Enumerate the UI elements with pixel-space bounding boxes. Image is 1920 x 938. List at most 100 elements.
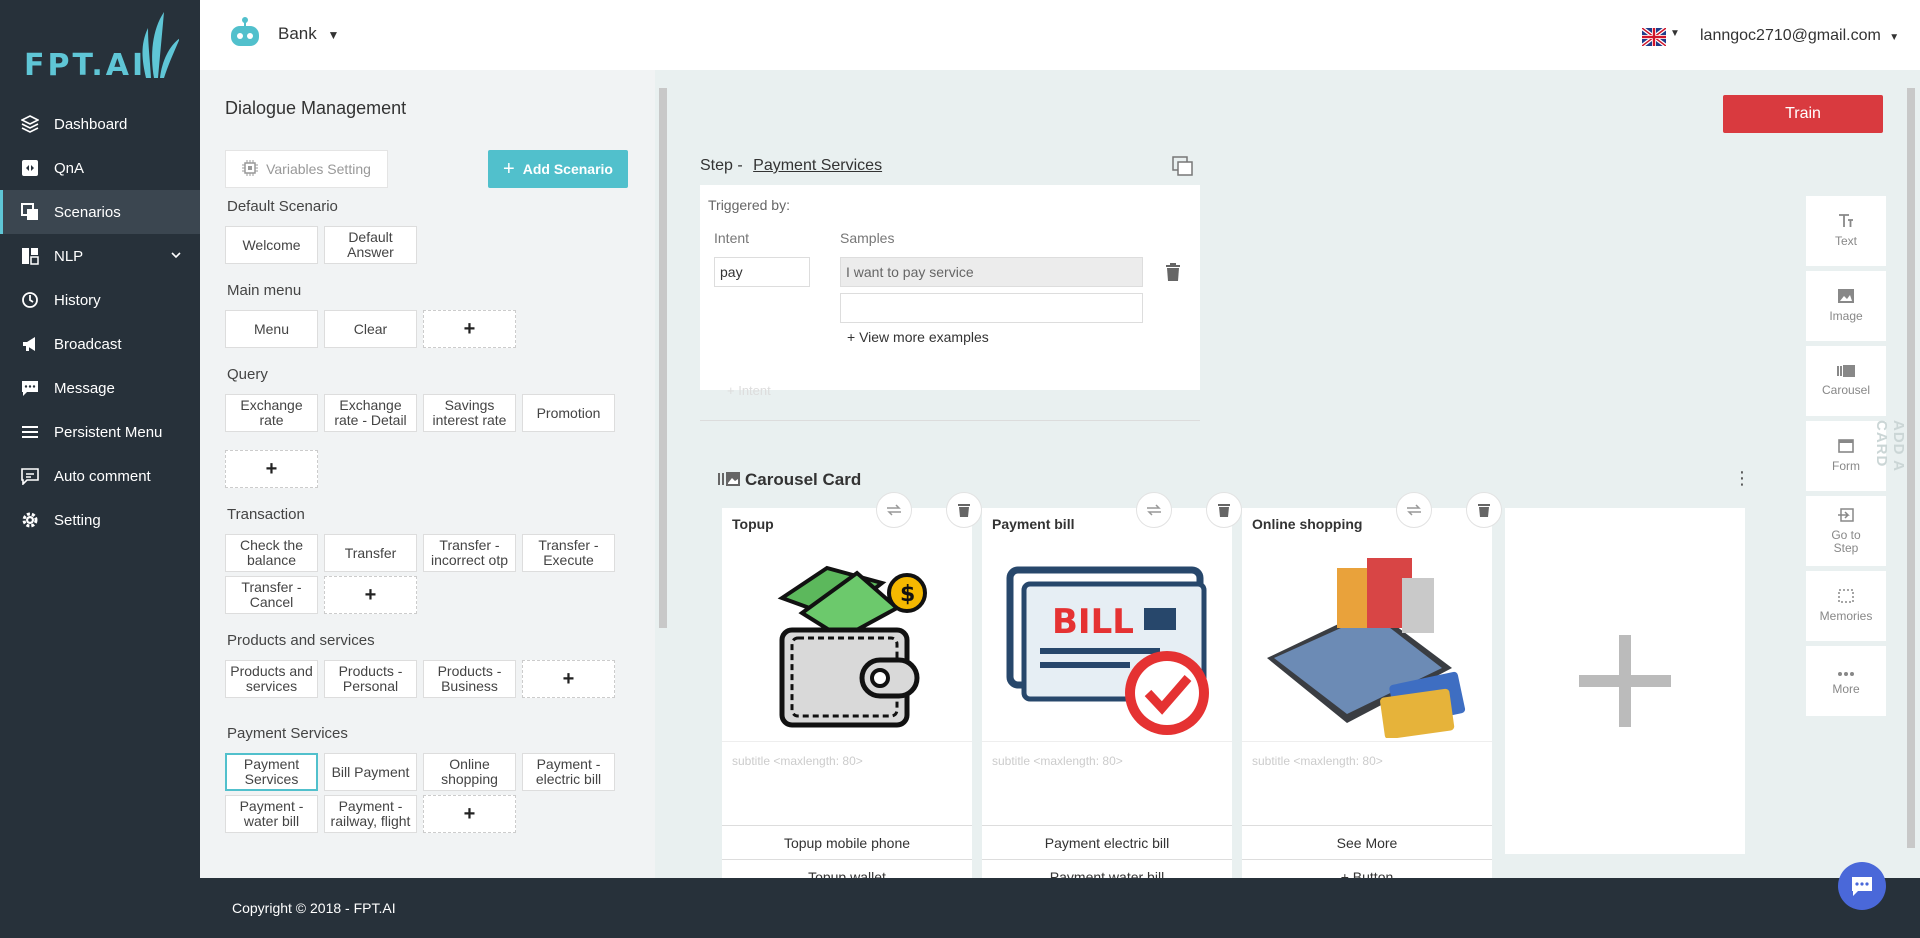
tool-label: Memories <box>1819 609 1873 623</box>
chevron-down-icon: ▼ <box>1889 32 1900 43</box>
chat-bubble-icon <box>1852 877 1872 896</box>
intent-input[interactable]: pay <box>714 257 810 287</box>
uk-flag-icon[interactable] <box>1640 26 1668 48</box>
scrollbar-thumb[interactable] <box>1907 88 1915 848</box>
add-scenario-plus-button[interactable]: + <box>522 660 615 698</box>
add-scenario-plus-button[interactable]: + <box>324 576 417 614</box>
wallet-money-icon: $ <box>777 565 927 728</box>
subtitle-input[interactable]: subtitle <maxlength: 80> <box>982 741 1232 825</box>
sidebar-item-dashboard[interactable]: Dashboard <box>0 102 200 146</box>
scenario-chip[interactable]: Check the balance <box>225 534 318 572</box>
sidebar-item-history[interactable]: History <box>0 278 200 322</box>
swap-icon[interactable] <box>876 492 912 528</box>
scenario-chip[interactable]: Exchange rate - Detail <box>324 394 417 432</box>
more-vert-icon[interactable]: ⋮ <box>1733 468 1751 489</box>
section-title: Main menu <box>227 282 302 299</box>
add-text-card-button[interactable]: Text <box>1806 196 1886 266</box>
scenario-chip[interactable]: Products and services <box>225 660 318 698</box>
add-scenario-plus-button[interactable]: + <box>423 310 516 348</box>
scenario-chip[interactable]: Transfer - Execute <box>522 534 615 572</box>
sidebar-item-persistent-menu[interactable]: Persistent Menu <box>0 410 200 454</box>
add-memories-card-button[interactable]: Memories <box>1806 571 1886 641</box>
trash-icon[interactable] <box>1466 492 1502 528</box>
scenario-chip[interactable]: Transfer <box>324 534 417 572</box>
sidebar-item-setting[interactable]: Setting <box>0 498 200 542</box>
subtitle-input[interactable]: subtitle <maxlength: 80> <box>1242 741 1492 825</box>
scenario-chip[interactable]: Exchange rate <box>225 394 318 432</box>
scenario-chip[interactable]: Transfer - incorrect otp <box>423 534 516 572</box>
new-sample-input[interactable] <box>840 293 1143 323</box>
step-header: Step - Payment Services <box>700 157 882 175</box>
chevron-down-icon: ▼ <box>327 28 340 42</box>
chevron-down-icon[interactable] <box>170 248 182 265</box>
scenario-chip[interactable]: Payment - electric bill <box>522 753 615 791</box>
sidebar-item-qna[interactable]: QnA <box>0 146 200 190</box>
scenario-chip[interactable]: Products - Business <box>423 660 516 698</box>
add-scenario-label: Add Scenario <box>522 161 613 177</box>
add-goto-step-card-button[interactable]: Go to Step <box>1806 496 1886 566</box>
card-title[interactable]: Payment bill <box>992 516 1074 532</box>
add-scenario-plus-button[interactable]: + <box>423 795 516 833</box>
view-more-examples-link[interactable]: + View more examples <box>847 329 989 345</box>
scenario-chip[interactable]: Promotion <box>522 394 615 432</box>
scenario-chip[interactable]: Online shopping <box>423 753 516 791</box>
scenario-chip[interactable]: Clear <box>324 310 417 348</box>
bill-image[interactable]: BILL <box>982 538 1232 738</box>
scenario-chip[interactable]: Bill Payment <box>324 753 417 791</box>
sample-input[interactable]: I want to pay service <box>840 257 1143 287</box>
scenario-chip[interactable]: Savings interest rate <box>423 394 516 432</box>
sidebar-item-auto-comment[interactable]: Auto comment <box>0 454 200 498</box>
carousel-card-title: Carousel Card <box>745 470 862 489</box>
phone-shopping-icon <box>1267 558 1466 740</box>
scenario-chip[interactable]: Payment - railway, flight <box>324 795 417 833</box>
scenario-chip[interactable]: Welcome <box>225 226 318 264</box>
add-carousel-card-button[interactable]: Carousel <box>1806 346 1886 416</box>
sidebar: FPT.AI Dashboard QnA Scenarios NLP Histo… <box>0 0 200 878</box>
dialogue-scrollbar[interactable] <box>658 76 668 878</box>
add-image-card-button[interactable]: Image <box>1806 271 1886 341</box>
more-cards-button[interactable]: More <box>1806 646 1886 716</box>
language-caret-icon[interactable]: ▼ <box>1670 28 1680 39</box>
scenario-chip[interactable]: Transfer - Cancel <box>225 576 318 614</box>
tool-label: Carousel <box>1821 383 1871 397</box>
scenario-chip-selected[interactable]: Payment Services <box>225 753 318 791</box>
add-scenario-button[interactable]: + Add Scenario <box>488 150 628 188</box>
scrollbar-thumb[interactable] <box>659 88 667 628</box>
topbar: Bank ▼ ▼ lanngoc2710@gmail.com ▼ <box>200 0 1920 70</box>
scenario-chip[interactable]: Menu <box>225 310 318 348</box>
add-carousel-item-button[interactable] <box>1505 508 1745 854</box>
fptai-logo[interactable]: FPT.AI <box>24 10 179 83</box>
account-menu[interactable]: lanngoc2710@gmail.com ▼ <box>1700 27 1899 45</box>
shopping-image[interactable] <box>1242 538 1492 740</box>
step-name-link[interactable]: Payment Services <box>753 157 882 174</box>
sidebar-item-message[interactable]: Message <box>0 366 200 410</box>
trash-icon[interactable] <box>1165 263 1181 286</box>
card-title[interactable]: Online shopping <box>1252 516 1362 532</box>
sidebar-item-scenarios[interactable]: Scenarios <box>0 190 200 234</box>
train-button[interactable]: Train <box>1723 95 1883 133</box>
card-button[interactable]: Topup mobile phone <box>722 825 972 859</box>
bot-selector[interactable]: Bank ▼ <box>278 24 339 44</box>
card-button[interactable]: Payment electric bill <box>982 825 1232 859</box>
scenario-chip[interactable]: Payment - water bill <box>225 795 318 833</box>
trash-icon[interactable] <box>1206 492 1242 528</box>
copy-icon[interactable] <box>1172 156 1194 181</box>
scenario-chip[interactable]: Default Answer <box>324 226 417 264</box>
add-intent-link[interactable]: + Intent <box>727 383 771 398</box>
trash-icon[interactable] <box>946 492 982 528</box>
svg-text:$: $ <box>900 582 915 607</box>
main-scrollbar[interactable] <box>1906 76 1916 878</box>
variables-setting-button[interactable]: Variables Setting <box>225 150 388 188</box>
swap-icon[interactable] <box>1136 492 1172 528</box>
card-button[interactable]: See More <box>1242 825 1492 859</box>
add-scenario-plus-button[interactable]: + <box>225 450 318 488</box>
sidebar-item-nlp[interactable]: NLP <box>0 234 200 278</box>
wallet-image[interactable]: $ <box>722 538 972 738</box>
sidebar-item-label: Persistent Menu <box>54 423 163 441</box>
scenario-chip[interactable]: Products - Personal <box>324 660 417 698</box>
sidebar-item-broadcast[interactable]: Broadcast <box>0 322 200 366</box>
subtitle-input[interactable]: subtitle <maxlength: 80> <box>722 741 972 825</box>
card-title[interactable]: Topup <box>732 516 774 532</box>
chat-widget-button[interactable] <box>1838 862 1886 910</box>
swap-icon[interactable] <box>1396 492 1432 528</box>
